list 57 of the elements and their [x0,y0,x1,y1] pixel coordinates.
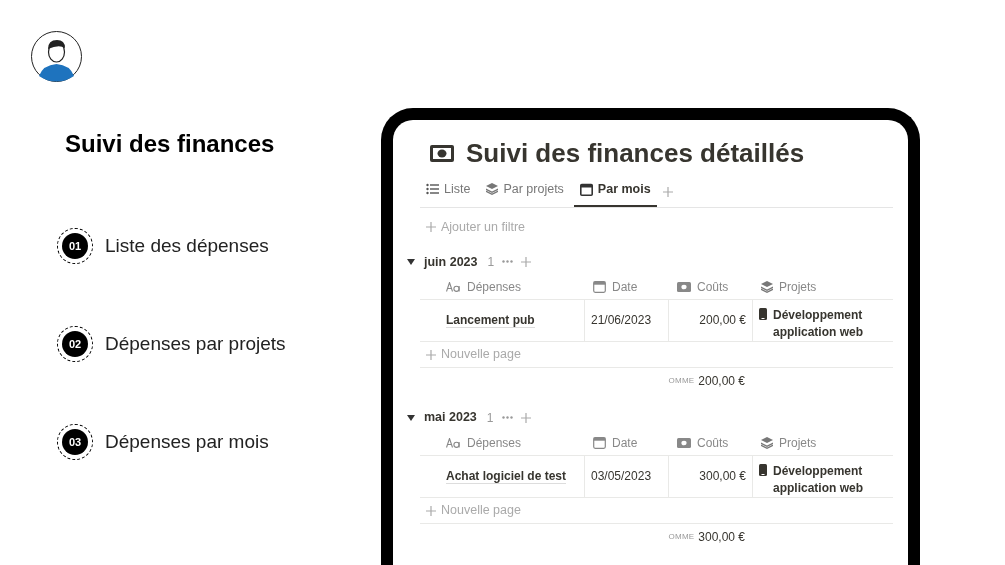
group-label: mai 2023 [424,409,477,427]
calendar-icon [593,280,606,293]
page-link[interactable]: Lancement pub [446,313,535,329]
plus-icon [662,186,673,197]
banknote-icon [677,437,691,448]
banknote-icon [430,144,454,162]
column-header: Dépenses [467,434,522,452]
step-label: Liste des dépenses [105,233,269,258]
collapse-toggle-icon[interactable] [406,413,416,422]
view-tab[interactable]: Par mois [573,180,657,207]
layers-icon [761,436,773,449]
phone-icon [759,308,767,321]
project-link[interactable]: Développement application web [773,307,887,342]
phone-icon [759,464,767,476]
more-icon[interactable] [502,260,514,264]
column-header: Date [612,278,638,296]
layers-icon [486,183,499,196]
project-link[interactable]: Développement application web [773,463,887,497]
table-cell: 300,00 € [699,469,746,483]
text-type-icon [446,437,461,448]
page-title: Suivi des finances détaillés [466,137,805,170]
table-cell: 200,00 € [699,313,746,328]
plus-icon [426,505,436,516]
calendar-icon [593,436,606,449]
view-tab[interactable]: Par projets [480,180,570,207]
column-header: Date [612,434,638,452]
table-cell: 03/05/2023 [591,469,652,483]
section-title: Suivi des finances [65,129,276,159]
group-count: 1 [486,409,494,427]
column-header: Projets [779,278,817,296]
layers-icon [761,280,773,293]
column-header: Dépenses [467,278,522,296]
plus-icon [426,222,436,233]
column-header: Coûts [697,434,729,452]
text-type-icon [446,281,461,292]
plus-icon[interactable] [521,256,532,267]
more-icon[interactable] [501,416,513,420]
step-label: Dépenses par projets [105,331,286,356]
sum-value: 200,00 € [698,373,745,391]
collapse-toggle-icon[interactable] [406,257,416,266]
table-cell: 21/06/2023 [591,313,652,328]
sum-value: 300,00 € [698,529,745,546]
group-label: juin 2023 [424,253,478,271]
page-link[interactable]: Achat logiciel de test [446,469,567,484]
plus-icon[interactable] [520,412,531,423]
avatar-icon [31,31,82,82]
plus-icon [426,349,436,360]
view-tab[interactable]: Liste [420,180,477,207]
column-header: Projets [779,434,817,452]
list-icon [426,183,439,196]
sum-label: OMME [668,375,695,388]
sum-label: OMME [668,531,695,543]
group-count: 1 [487,253,495,271]
banknote-icon [677,281,691,292]
column-header: Coûts [697,278,729,296]
calendar-icon [579,182,593,196]
step-label: Dépenses par mois [105,429,269,454]
